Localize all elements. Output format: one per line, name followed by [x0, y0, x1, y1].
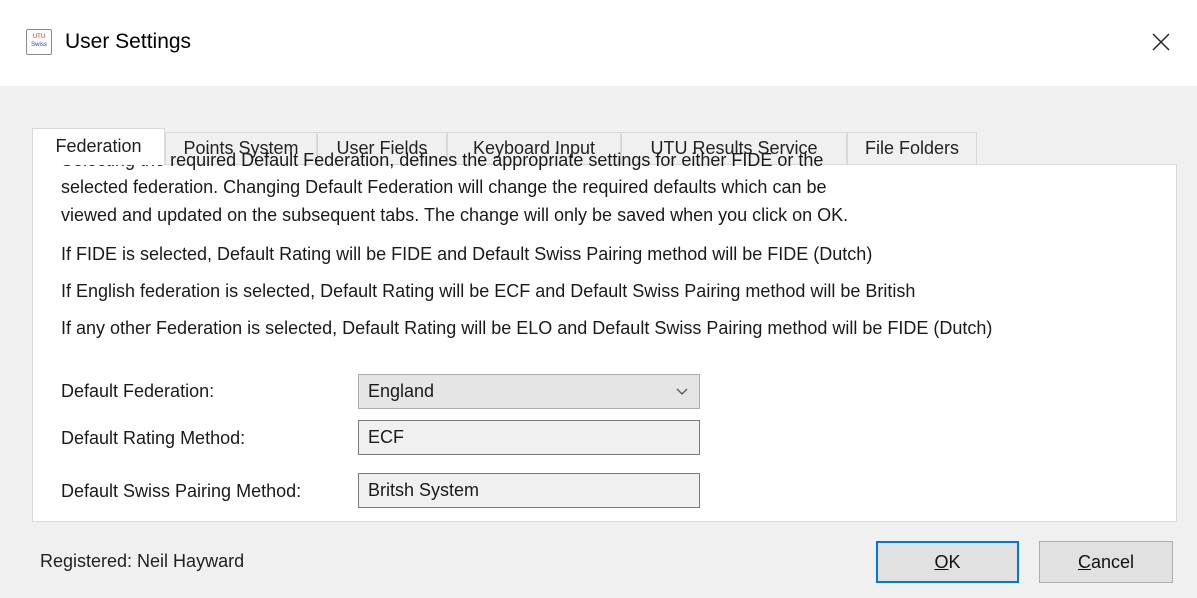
ok-mnemonic: O — [934, 552, 949, 572]
default-federation-select[interactable]: England — [358, 374, 700, 409]
window-title: User Settings — [65, 30, 192, 53]
default-federation-label: Default Federation: — [61, 381, 215, 401]
rule-english: If English federation is selected, Defau… — [61, 281, 916, 301]
app-icon-text-top: UTU — [32, 34, 46, 40]
description-line-1: Selecting the required Default Federatio… — [61, 150, 824, 170]
default-pairing-field: Britsh System — [358, 473, 700, 508]
description-line-2: selected federation. Changing Default Fe… — [61, 177, 827, 197]
default-pairing-label: Default Swiss Pairing Method: — [61, 481, 302, 501]
title-bar: UTU Swiss User Settings — [0, 0, 1197, 86]
rule-fide: If FIDE is selected, Default Rating will… — [61, 244, 873, 264]
close-icon — [1152, 33, 1170, 51]
ok-button[interactable]: OK — [876, 541, 1019, 583]
rule-other: If any other Federation is selected, Def… — [61, 318, 993, 338]
cancel-mnemonic: C — [1077, 552, 1091, 572]
description-line-3: viewed and updated on the subsequent tab… — [61, 205, 849, 225]
tab-file-folders[interactable]: File Folders — [847, 132, 977, 164]
default-rating-label: Default Rating Method: — [61, 428, 246, 448]
cancel-button[interactable]: Cancel — [1039, 541, 1173, 583]
chevron-down-icon — [676, 388, 688, 395]
ok-label-rest: K — [948, 552, 961, 572]
close-button[interactable] — [1143, 24, 1179, 60]
default-rating-field: ECF — [358, 420, 700, 455]
tab-federation[interactable]: Federation — [32, 128, 165, 165]
default-federation-value: England — [368, 381, 435, 401]
cancel-label-rest: ancel — [1090, 552, 1135, 572]
registered-text: Registered: Neil Hayward — [40, 551, 245, 571]
app-icon: UTU Swiss — [26, 29, 52, 55]
app-icon-text-bottom: Swiss — [31, 42, 47, 48]
